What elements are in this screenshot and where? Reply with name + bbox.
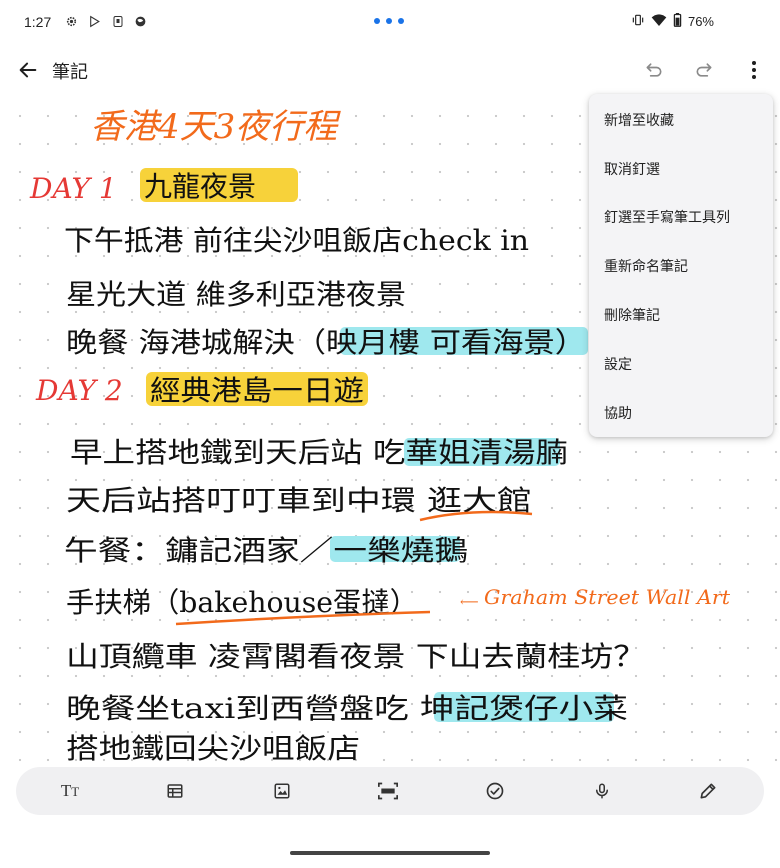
back-button[interactable] <box>10 52 46 88</box>
menu-item-add-to-favorites[interactable]: 新增至收藏 <box>589 100 773 140</box>
nfc-icon <box>110 14 125 29</box>
menu-item-rename-note[interactable]: 重新命名筆記 <box>589 246 773 286</box>
pen-button[interactable] <box>692 775 724 807</box>
redo-button[interactable] <box>686 52 722 88</box>
note-annotation: Graham Street Wall Art <box>484 585 731 609</box>
table-icon <box>167 784 183 798</box>
status-icons-left <box>64 14 148 29</box>
status-dots <box>374 18 404 24</box>
day-label: DAY 1 <box>29 172 117 205</box>
table-button[interactable] <box>159 775 191 807</box>
app-bar: 筆記 <box>0 44 780 96</box>
text-format-button[interactable]: TT <box>54 775 86 807</box>
text-format-icon: TT <box>60 781 80 800</box>
vibrate-icon <box>631 13 645 30</box>
note-line: 下午抵港 前往尖沙咀飯店check in <box>64 224 529 257</box>
more-vert-icon <box>752 61 756 79</box>
overflow-menu: 新增至收藏 取消釘選 釘選至手寫筆工具列 重新命名筆記 刪除筆記 設定 協助 <box>589 94 773 437</box>
note-line: 搭地鐵回尖沙咀飯店 <box>66 732 360 765</box>
check-circle-icon <box>486 782 504 800</box>
arrow-glyph: ⟵ <box>460 595 479 610</box>
undo-button[interactable] <box>636 52 672 88</box>
status-bar: 1:27 76% <box>0 0 780 44</box>
voice-button[interactable] <box>586 775 618 807</box>
battery-percent: 76% <box>687 14 714 29</box>
ocr-button[interactable] <box>372 775 404 807</box>
status-time: 1:27 <box>24 14 52 30</box>
menu-item-unpin[interactable]: 取消釘選 <box>589 149 773 189</box>
ocr-icon <box>378 782 398 800</box>
note-line: 午餐：鏞記酒家／一樂燒鵝 <box>64 534 468 567</box>
note-line: 九龍夜景 <box>144 170 256 203</box>
checklist-button[interactable] <box>479 775 511 807</box>
note-line: 山頂纜車 凌霄閣看夜景 下山去蘭桂坊？ <box>66 640 646 673</box>
note-line: 晚餐 海港城解決（映月樓 可看海景） <box>66 326 586 359</box>
battery-icon <box>673 13 682 30</box>
menu-item-settings[interactable]: 設定 <box>589 344 773 384</box>
menu-item-help[interactable]: 協助 <box>589 393 773 433</box>
gear-icon <box>64 14 79 29</box>
undo-icon <box>646 63 662 77</box>
bottom-toolbar: TT <box>16 767 764 815</box>
redo-icon <box>696 63 712 77</box>
pen-icon <box>700 783 716 799</box>
globe-icon <box>133 14 148 29</box>
note-line: 星光大道 維多利亞港夜景 <box>66 278 406 311</box>
menu-item-delete-note[interactable]: 刪除筆記 <box>589 295 773 335</box>
image-button[interactable] <box>266 775 298 807</box>
arrow-left-icon <box>19 62 37 78</box>
play-store-icon <box>87 14 102 29</box>
image-icon <box>274 783 290 799</box>
note-line: 晚餐坐taxi到西營盤吃 坤記煲仔小菜 <box>66 692 628 725</box>
status-right: 76% <box>631 13 714 30</box>
note-line: 早上搭地鐵到天后站 吃華姐清湯腩 <box>70 436 568 469</box>
page-title: 筆記 <box>52 62 88 83</box>
note-title: 香港4天3夜行程 <box>90 107 341 147</box>
wifi-icon <box>651 13 667 30</box>
menu-item-pin-to-pen-toolbar[interactable]: 釘選至手寫筆工具列 <box>589 197 773 237</box>
gesture-nav-handle[interactable] <box>290 851 490 855</box>
day-label: DAY 2 <box>35 374 123 407</box>
mic-icon <box>596 783 608 799</box>
more-button[interactable] <box>738 52 770 88</box>
note-line: 經典港島一日遊 <box>150 374 364 407</box>
